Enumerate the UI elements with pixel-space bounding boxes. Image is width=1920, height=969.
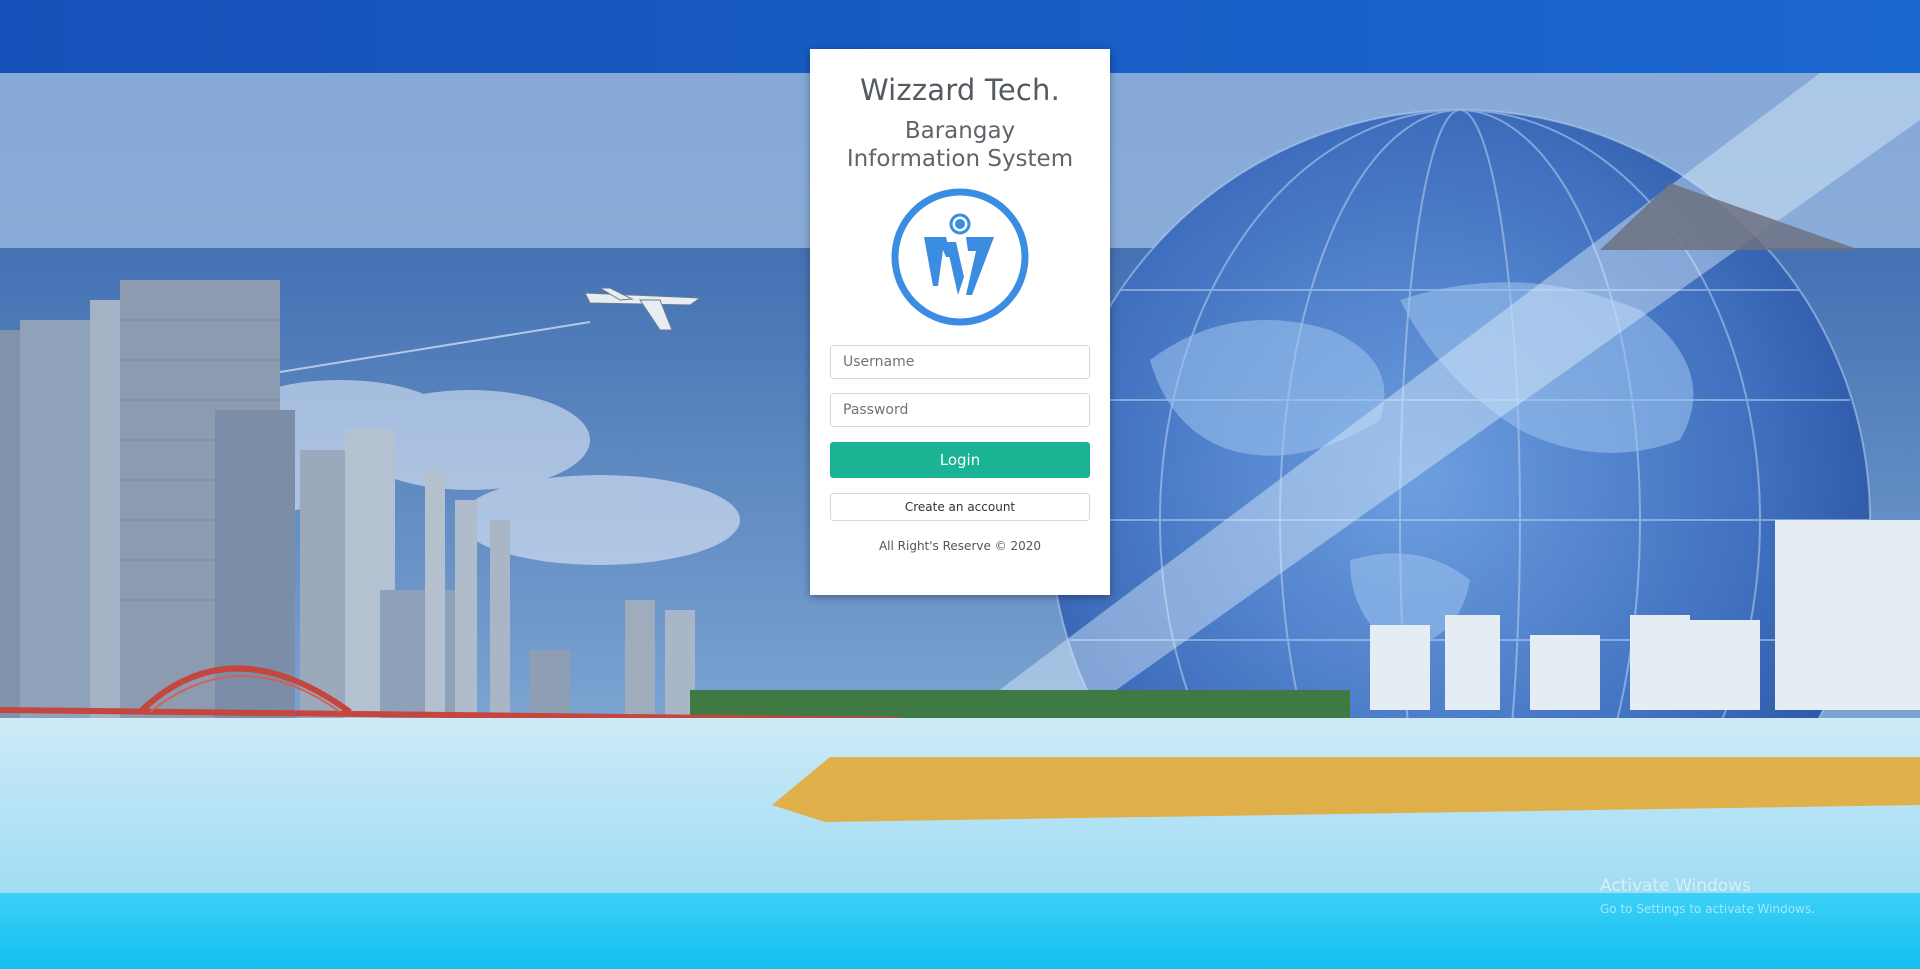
login-card: Wizzard Tech. Barangay Information Syste… — [810, 49, 1110, 595]
watermark-title: Activate Windows — [1600, 876, 1751, 896]
copyright-text: All Right's Reserve © 2020 — [878, 539, 1042, 553]
username-input[interactable] — [830, 345, 1090, 379]
activate-windows-watermark: Activate Windows Go to Settings to activ… — [1600, 876, 1815, 916]
watermark-subtitle: Go to Settings to activate Windows. — [1600, 902, 1815, 916]
password-input[interactable] — [830, 393, 1090, 427]
login-button[interactable]: Login — [830, 442, 1090, 478]
create-account-button[interactable]: Create an account — [830, 493, 1090, 521]
brand-title: Wizzard Tech. — [859, 73, 1061, 107]
wizzard-logo-icon — [890, 187, 1030, 327]
system-subtitle: Barangay Information System — [846, 118, 1074, 172]
